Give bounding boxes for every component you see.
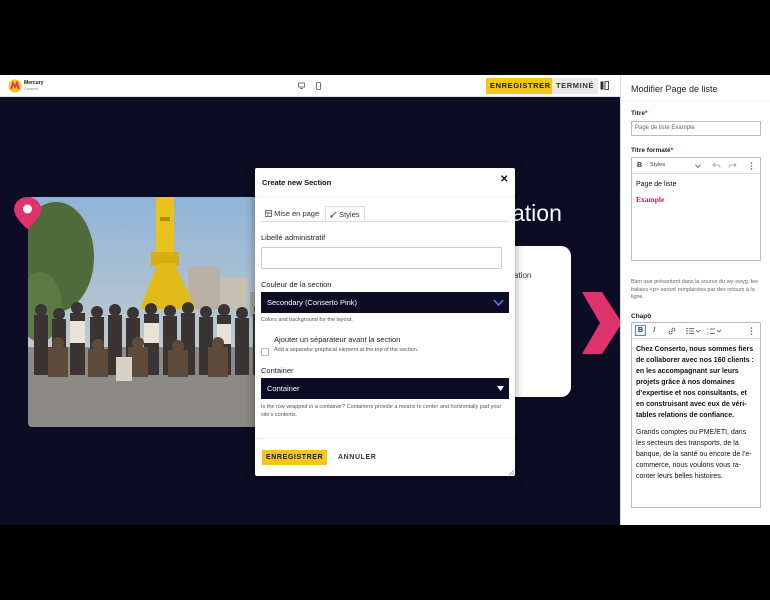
separator-checkbox[interactable] — [261, 348, 269, 356]
hero-heading-tail: ation — [512, 200, 562, 226]
formatted-title-line1: Page de liste — [636, 181, 677, 188]
modal-save-button[interactable]: ENREGISTRER — [262, 450, 328, 465]
formatted-title-line2: Example — [636, 195, 665, 204]
layout-icon — [265, 210, 272, 217]
tab-layout-label: Mise en page — [274, 209, 320, 218]
chapo-bold-paragraph: Chez Conserto, nous sommes fiers de coll… — [636, 344, 756, 421]
chapo-content: Chez Conserto, nous sommes fiers de coll… — [632, 339, 760, 493]
panel-divider — [621, 100, 770, 101]
chapo-editor[interactable]: B I 1 2 Chez Conserto, nous sommes fiers… — [631, 322, 761, 508]
modal-cancel-button[interactable]: ANNULER — [338, 450, 376, 465]
page-canvas: ation ation Create new Section ✕ Mise en… — [0, 97, 620, 525]
modal-title: Create new Section — [262, 178, 332, 187]
bold-icon[interactable]: B — [635, 325, 647, 336]
redo-icon[interactable] — [728, 162, 737, 169]
color-select-value: Secondary (Conserto Pink) — [267, 298, 358, 307]
tabs-underline — [261, 221, 509, 222]
chapo-bold-line: Chez Conserto, nous sommes fiers de coll… — [636, 346, 754, 364]
app-screen: Mercury Conserto ENREGISTRER TERMINÉ ati… — [0, 75, 770, 525]
chapo-bold-line2: en les accompagnant sur leurs projets gr… — [636, 368, 747, 419]
tab-styles-label: Styles — [339, 210, 360, 219]
chevron-down-icon — [695, 164, 701, 168]
undo-icon[interactable] — [712, 162, 721, 169]
separator-help: Add a separator graphical element at the… — [274, 347, 419, 353]
link-icon[interactable] — [668, 327, 676, 335]
modal-divider — [255, 196, 515, 197]
mobile-icon[interactable] — [315, 82, 322, 90]
resize-handle-icon[interactable] — [508, 469, 514, 475]
styles-dropdown-label: Styles — [650, 162, 665, 168]
logo-sub: Conserto — [24, 87, 39, 91]
settings-panel: Modifier Page de liste Titre* Page de li… — [620, 75, 770, 525]
tab-layout[interactable]: Mise en page — [261, 206, 323, 222]
panel-toggle-icon[interactable] — [600, 81, 609, 90]
desktop-icon[interactable] — [298, 82, 305, 90]
titre-label-text: Titre — [631, 110, 645, 117]
content-card-text: ation — [514, 271, 532, 280]
close-icon[interactable]: ✕ — [500, 174, 508, 185]
color-select[interactable]: Secondary (Conserto Pink) — [261, 292, 509, 313]
formatted-title-content: Page de liste Example — [632, 174, 760, 210]
location-pin-icon — [14, 197, 41, 229]
container-select[interactable]: Container — [261, 378, 509, 399]
italic-icon[interactable]: I — [653, 326, 655, 335]
container-select-value: Container — [267, 384, 300, 393]
styles-dropdown[interactable]: Styles — [650, 161, 665, 170]
chevron-down-icon — [497, 386, 504, 391]
panel-title: Modifier Page de liste — [631, 84, 718, 94]
brush-icon — [330, 211, 337, 218]
chapo-toolbar: B I 1 2 — [632, 323, 760, 339]
numbered-list-icon[interactable]: 1 2 — [707, 327, 722, 335]
bold-icon[interactable]: B — [637, 161, 642, 170]
save-button[interactable]: ENREGISTRER — [486, 78, 555, 94]
tab-styles[interactable]: Styles — [325, 206, 365, 222]
container-help: Is the row wrapped in a container? Conta… — [261, 404, 502, 418]
create-section-modal: Create new Section ✕ Mise en page Styles — [255, 168, 515, 476]
chapo-normal-paragraph: Grands comptes ou PME/ETI, dans les sect… — [636, 429, 752, 480]
bullet-list-icon[interactable] — [686, 327, 701, 335]
svg-text:1: 1 — [707, 327, 709, 331]
done-button[interactable]: TERMINÉ — [552, 78, 598, 94]
editor-topbar: Mercury Conserto ENREGISTRER TERMINÉ — [0, 75, 620, 97]
formatted-title-help: Bien que présentent dans la source du wy… — [631, 279, 758, 300]
modal-footer-divider — [255, 438, 515, 439]
team-photo — [28, 197, 290, 427]
separator-label: Ajouter un séparateur avant la section — [274, 335, 401, 344]
more-options-icon[interactable] — [750, 327, 753, 335]
admin-label-input[interactable] — [261, 247, 502, 269]
container-label: Container — [261, 366, 294, 375]
more-options-icon[interactable] — [750, 162, 753, 170]
chevron-decoration-icon — [582, 292, 620, 354]
color-label: Couleur de la section — [261, 280, 332, 289]
titre-label: Titre* — [631, 110, 648, 117]
formatted-title-editor[interactable]: B Styles Page de liste Example — [631, 157, 761, 261]
formatted-title-label-text: Titre formaté — [631, 147, 671, 154]
chapo-label: Chapô — [631, 313, 652, 320]
titre-input[interactable]: Page de liste Example — [631, 121, 761, 136]
color-help: Colors and background for the layout. — [261, 317, 353, 323]
formatted-title-label: Titre formaté* — [631, 147, 674, 154]
logo-icon — [8, 79, 22, 93]
logo-name: Mercury — [24, 80, 44, 86]
editor-toolbar: B Styles — [632, 158, 760, 174]
admin-label: Libellé administratif — [261, 233, 326, 242]
chevron-down-icon — [493, 299, 504, 306]
svg-text:2: 2 — [707, 332, 709, 336]
